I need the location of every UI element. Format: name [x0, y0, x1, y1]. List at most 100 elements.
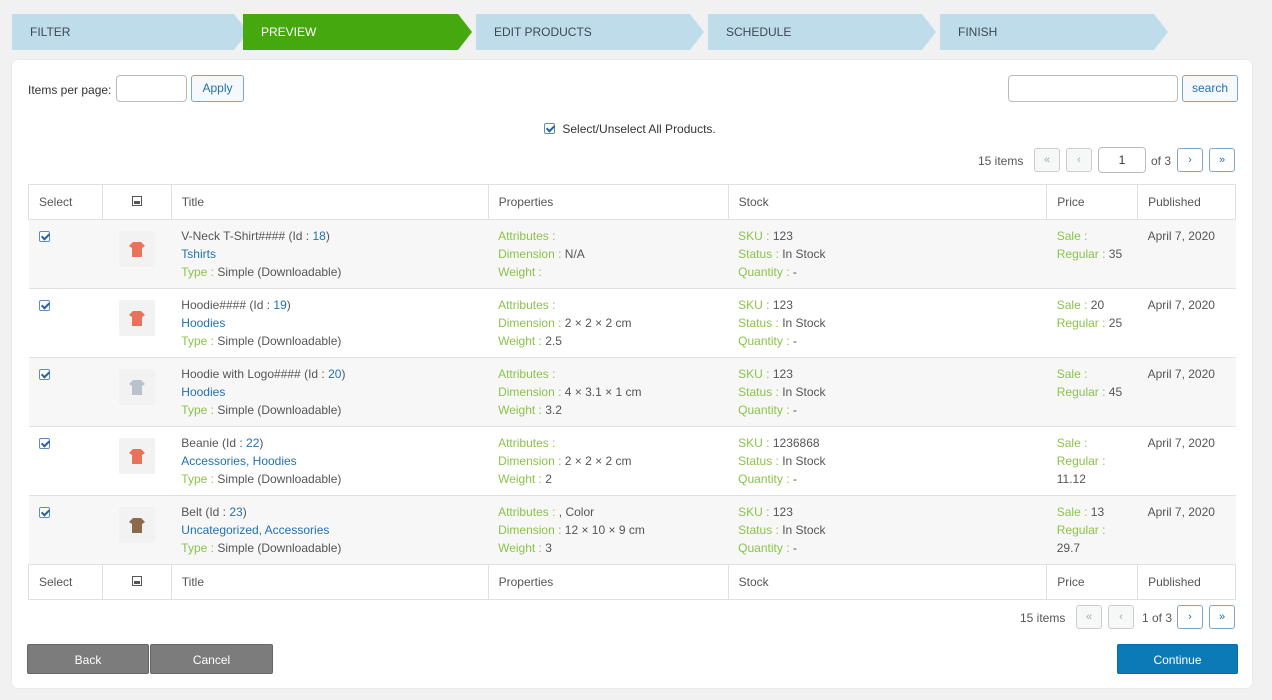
next-page-button-bottom[interactable]: ›	[1177, 605, 1203, 629]
product-categories[interactable]: Accessories, Hoodies	[181, 452, 478, 470]
col-properties-footer: Properties	[487, 564, 729, 600]
quantity-value: -	[789, 334, 797, 348]
title-cell: Belt (Id : 23) Uncategorized, Accessories…	[171, 495, 489, 565]
product-categories[interactable]: Hoodies	[181, 314, 478, 332]
product-image-icon	[128, 449, 145, 464]
table-row[interactable]: Belt (Id : 23) Uncategorized, Accessories…	[28, 495, 1236, 565]
sku-value: 123	[769, 298, 793, 312]
type-label: Type :	[181, 472, 214, 486]
col-title: Title	[170, 184, 489, 220]
product-categories[interactable]: Tshirts	[181, 245, 478, 263]
first-page-button-bottom[interactable]: «	[1076, 605, 1102, 629]
wizard-steps: FILTER PREVIEW EDIT PRODUCTS SCHEDULE FI…	[12, 14, 1172, 50]
col-stock-footer: Stock	[727, 564, 1048, 600]
dimension-value: 4 × 3.1 × 1 cm	[561, 385, 642, 399]
product-id-link[interactable]: 23	[229, 505, 242, 519]
current-page-input[interactable]: 1	[1098, 147, 1146, 173]
status-value: In Stock	[778, 454, 826, 468]
type-value: Simple (Downloadable)	[213, 334, 342, 348]
prev-page-button[interactable]: ‹	[1066, 148, 1092, 172]
product-thumbnail	[118, 231, 155, 267]
row-checkbox[interactable]	[38, 507, 50, 519]
product-title: Beanie	[181, 436, 219, 450]
prev-page-button-bottom[interactable]: ‹	[1108, 605, 1134, 629]
sku-label: SKU :	[738, 367, 770, 381]
apply-button[interactable]: Apply	[191, 75, 244, 102]
select-all[interactable]: Select/Unselect All Products.	[544, 121, 716, 136]
cancel-button[interactable]: Cancel	[150, 644, 273, 674]
product-categories[interactable]: Hoodies	[181, 383, 478, 401]
table-row[interactable]: Hoodie#### (Id : 19) Hoodies Type : Simple…	[28, 288, 1236, 358]
status-value: In Stock	[778, 523, 826, 537]
stock-cell: SKU : 1236868 Status : In Stock Quantity :…	[728, 426, 1047, 496]
row-checkbox[interactable]	[38, 438, 50, 450]
table-row[interactable]: Beanie (Id : 22) Accessories, Hoodies Type…	[28, 426, 1236, 496]
regular-label: Regular :	[1056, 316, 1106, 330]
regular-value: 45	[1105, 385, 1123, 399]
step-finish[interactable]: FINISH	[940, 14, 1168, 50]
row-checkbox[interactable]	[38, 300, 50, 312]
weight-label: Weight :	[498, 265, 542, 279]
product-thumbnail	[118, 507, 155, 543]
product-categories[interactable]: Uncategorized, Accessories	[181, 521, 478, 539]
published-cell: April 7, 2020	[1137, 219, 1236, 289]
continue-button[interactable]: Continue	[1117, 644, 1238, 674]
status-value: In Stock	[778, 316, 826, 330]
table-footer-row: Select Title Properties Stock Price Publ…	[28, 564, 1236, 600]
weight-value: 2.5	[541, 334, 562, 348]
next-page-button[interactable]: ›	[1177, 148, 1203, 172]
select-cell	[28, 357, 103, 427]
first-page-button[interactable]: «	[1034, 148, 1060, 172]
back-button[interactable]: Back	[27, 644, 149, 674]
row-checkbox[interactable]	[38, 369, 50, 381]
step-edit-products[interactable]: EDIT PRODUCTS	[476, 14, 704, 50]
thumb-cell	[102, 288, 172, 358]
product-id-link[interactable]: 20	[328, 367, 341, 381]
search-button[interactable]: search	[1182, 75, 1238, 102]
properties-cell: Attributes : , Color Dimension : 12 × 10 …	[488, 495, 729, 565]
col-published: Published	[1137, 184, 1236, 220]
sale-label: Sale :	[1056, 367, 1088, 381]
table-header-row: Select Title Properties Stock Price Publ…	[28, 184, 1236, 220]
product-id-link[interactable]: 22	[246, 436, 259, 450]
id-suffix: )	[286, 298, 291, 312]
col-price-footer: Price	[1046, 564, 1139, 600]
page-indicator-bottom: 1 of 3	[1142, 611, 1173, 625]
product-id-link[interactable]: 19	[273, 298, 286, 312]
type-label: Type :	[181, 334, 214, 348]
dimension-value: 2 × 2 × 2 cm	[561, 454, 632, 468]
row-checkbox[interactable]	[38, 231, 50, 243]
last-page-button[interactable]: »	[1209, 148, 1235, 172]
attributes-label: Attributes :	[498, 505, 556, 519]
step-schedule[interactable]: SCHEDULE	[708, 14, 936, 50]
regular-value: 35	[1105, 247, 1123, 261]
product-id-link[interactable]: 18	[312, 229, 325, 243]
quantity-label: Quantity :	[738, 472, 790, 486]
title-cell: Hoodie#### (Id : 19) Hoodies Type : Simple…	[171, 288, 489, 358]
weight-label: Weight :	[498, 541, 542, 555]
attributes-label: Attributes :	[498, 436, 556, 450]
product-image-icon	[128, 518, 145, 533]
product-image-icon	[128, 311, 145, 326]
type-value: Simple (Downloadable)	[213, 472, 342, 486]
col-image	[101, 184, 172, 220]
sale-label: Sale :	[1056, 229, 1088, 243]
last-page-button-bottom[interactable]: »	[1209, 605, 1235, 629]
step-preview[interactable]: PREVIEW	[243, 14, 472, 50]
step-filter[interactable]: FILTER	[12, 14, 248, 50]
title-cell: Hoodie with Logo#### (Id : 20) Hoodies Typ…	[171, 357, 489, 427]
table-row[interactable]: Hoodie with Logo#### (Id : 20) Hoodies Typ…	[28, 357, 1236, 427]
quantity-value: -	[789, 265, 797, 279]
title-cell: V-Neck T-Shirt#### (Id : 18) Tshirts Type …	[171, 219, 489, 289]
col-stock: Stock	[727, 184, 1048, 220]
search-input[interactable]	[1008, 75, 1178, 102]
table-row[interactable]: V-Neck T-Shirt#### (Id : 18) Tshirts Type …	[28, 219, 1236, 289]
type-label: Type :	[181, 541, 214, 555]
select-all-checkbox[interactable]	[544, 123, 555, 135]
items-per-page-input[interactable]	[116, 75, 187, 102]
status-value: In Stock	[778, 385, 826, 399]
type-label: Type :	[181, 403, 214, 417]
col-image-footer	[101, 564, 172, 600]
sale-label: Sale :	[1056, 298, 1088, 312]
attributes-label: Attributes :	[498, 367, 556, 381]
